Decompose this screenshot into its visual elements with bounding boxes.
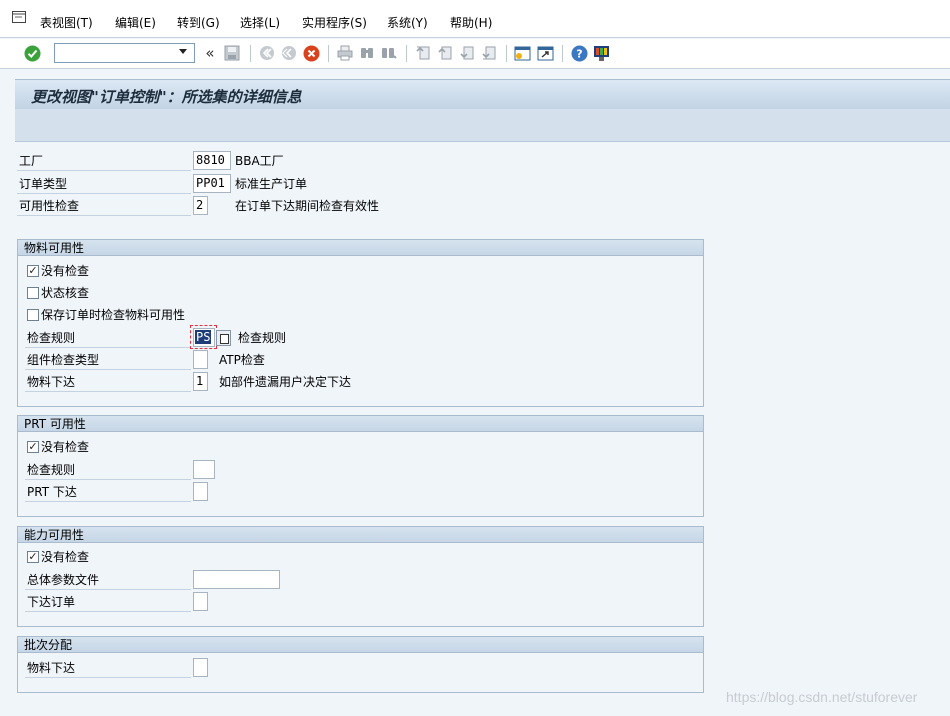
shortcut-icon[interactable]	[536, 44, 554, 62]
prt-no-check-label: 没有检查	[41, 440, 90, 454]
enter-icon[interactable]	[23, 44, 41, 62]
overall-profile-field[interactable]	[193, 570, 280, 589]
standard-toolbar: « ?	[0, 39, 950, 69]
group-title: 批次分配	[24, 638, 73, 652]
prt-checking-rule-field[interactable]	[193, 460, 215, 479]
material-no-check-checkbox[interactable]: ✓	[27, 265, 39, 277]
command-field[interactable]	[54, 43, 195, 63]
plant-label: 工厂	[19, 154, 44, 168]
group-title: PRT 可用性	[24, 417, 86, 431]
prt-checking-rule-label: 检查规则	[27, 463, 76, 477]
next-page-icon[interactable]	[458, 44, 476, 62]
order-type-description: 标准生产订单	[235, 177, 308, 191]
component-check-type-label: 组件检查类型	[27, 353, 100, 367]
menu-system[interactable]: 系统(Y)	[387, 16, 428, 30]
availability-check-label: 可用性检查	[19, 199, 80, 213]
cancel-icon[interactable]	[302, 44, 320, 62]
check-on-save-label: 保存订单时检查物料可用性	[41, 308, 186, 322]
availability-check-field[interactable]: 2	[193, 196, 208, 215]
order-type-field[interactable]: PP01	[193, 174, 231, 193]
component-check-type-description: ATP检查	[219, 353, 265, 367]
menu-help[interactable]: 帮助(H)	[450, 16, 492, 30]
material-no-check-label: 没有检查	[41, 264, 90, 278]
command-dropdown-icon[interactable]	[179, 49, 187, 54]
value-help-icon[interactable]	[216, 330, 231, 346]
material-release-field[interactable]: 1	[193, 372, 208, 391]
checking-rule-label: 检查规则	[27, 331, 76, 345]
prev-page-icon[interactable]	[436, 44, 454, 62]
order-type-label: 订单类型	[19, 177, 68, 191]
status-check-checkbox[interactable]	[27, 287, 39, 299]
back-double-icon[interactable]: «	[201, 44, 219, 62]
material-availability-group: 物料可用性	[17, 239, 704, 407]
print-icon[interactable]	[336, 44, 354, 62]
menu-select[interactable]: 选择(L)	[240, 16, 280, 30]
material-release-label: 物料下达	[27, 375, 76, 389]
first-page-icon[interactable]	[414, 44, 432, 62]
checking-rule-description: 检查规则	[238, 331, 287, 345]
customize-layout-icon[interactable]	[592, 44, 610, 62]
status-check-label: 状态核查	[41, 286, 90, 300]
plant-description: BBA工厂	[235, 154, 284, 168]
prt-no-check-checkbox[interactable]: ✓	[27, 441, 39, 453]
window-menu-icon[interactable]	[12, 11, 26, 23]
last-page-icon[interactable]	[480, 44, 498, 62]
release-order-field[interactable]	[193, 592, 208, 611]
checking-rule-field[interactable]: PS	[193, 328, 215, 347]
watermark: https://blog.csdn.net/stuforever	[726, 689, 918, 705]
release-order-label: 下达订单	[27, 595, 76, 609]
group-title: 能力可用性	[24, 528, 85, 542]
new-session-icon[interactable]	[513, 44, 531, 62]
prt-release-label: PRT 下达	[27, 485, 77, 499]
batch-assignment-group: 批次分配	[17, 636, 704, 693]
find-icon[interactable]	[358, 44, 376, 62]
capacity-no-check-checkbox[interactable]: ✓	[27, 551, 39, 563]
menu-bar: 表视图(T) 编辑(E) 转到(G) 选择(L) 实用程序(S) 系统(Y) 帮…	[0, 0, 950, 38]
plant-field[interactable]: 8810	[193, 151, 231, 170]
availability-check-description: 在订单下达期间检查有效性	[235, 199, 380, 213]
page-title: 更改视图"订单控制"：所选集的详细信息	[31, 88, 302, 106]
svg-text:?: ?	[576, 47, 582, 60]
title-bar: 更改视图"订单控制"：所选集的详细信息	[15, 79, 950, 109]
check-on-save-checkbox[interactable]	[27, 309, 39, 321]
menu-table-view[interactable]: 表视图(T)	[40, 16, 93, 30]
application-toolbar	[15, 109, 950, 142]
batch-release-field[interactable]	[193, 658, 208, 677]
find-next-icon[interactable]	[380, 44, 398, 62]
back-icon[interactable]	[258, 44, 276, 62]
prt-release-field[interactable]	[193, 482, 208, 501]
overall-profile-label: 总体参数文件	[27, 573, 100, 587]
component-check-type-field[interactable]	[193, 350, 208, 369]
menu-edit[interactable]: 编辑(E)	[115, 16, 156, 30]
help-icon[interactable]: ?	[570, 44, 588, 62]
menu-goto[interactable]: 转到(G)	[177, 16, 220, 30]
capacity-no-check-label: 没有检查	[41, 550, 90, 564]
save-icon[interactable]	[223, 44, 241, 62]
material-release-description: 如部件遗漏用户决定下达	[219, 375, 352, 389]
group-title: 物料可用性	[24, 241, 85, 255]
menu-utilities[interactable]: 实用程序(S)	[302, 16, 367, 30]
batch-release-label: 物料下达	[27, 661, 76, 675]
exit-icon[interactable]	[280, 44, 298, 62]
